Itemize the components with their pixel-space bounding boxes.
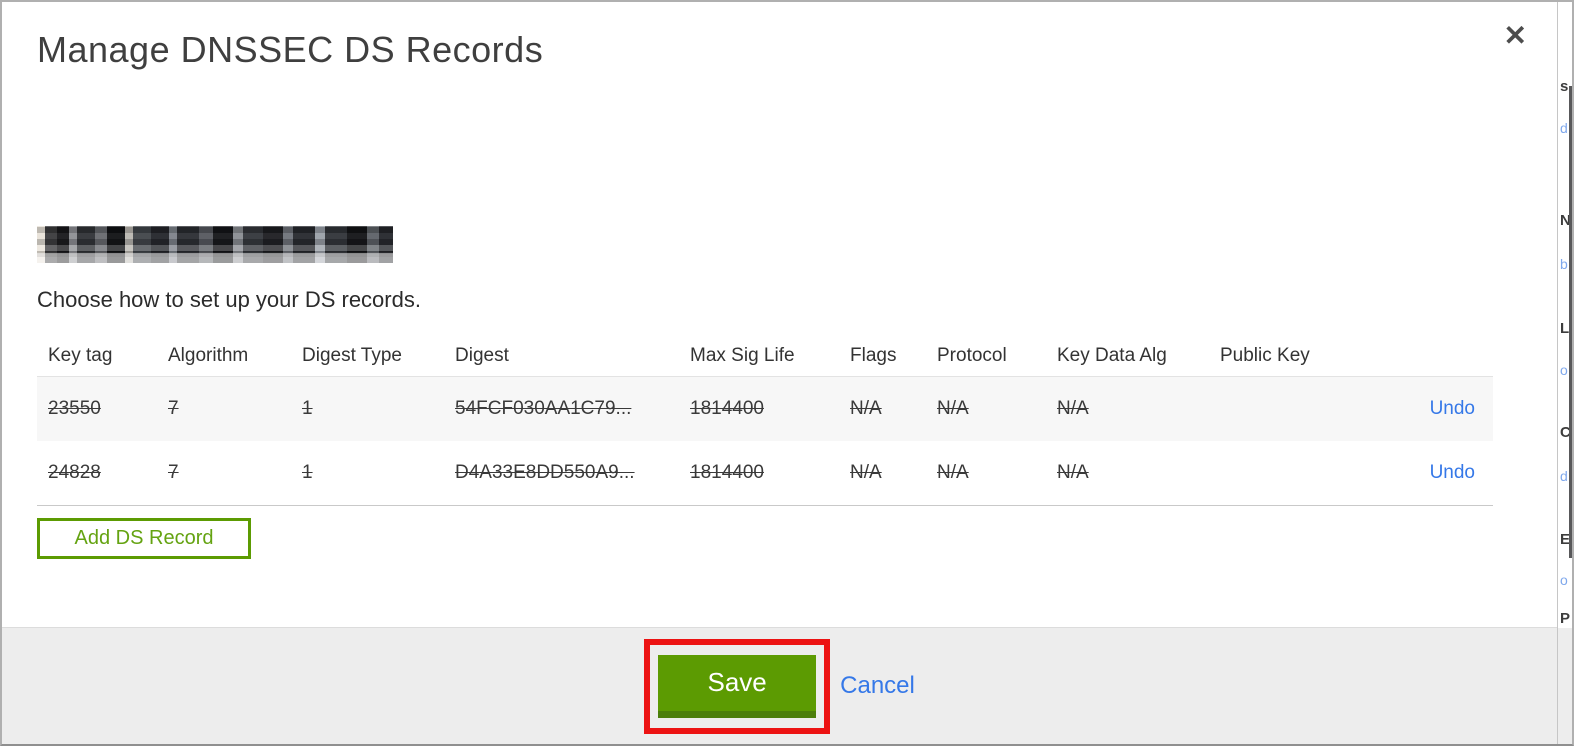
cell-digest: D4A33E8DD550A9...	[455, 462, 635, 483]
table-row: 24828 7 1 D4A33E8DD550A9... 1814400 N/A …	[37, 441, 1493, 506]
table-row: 23550 7 1 54FCF030AA1C79... 1814400 N/A …	[37, 377, 1493, 441]
cell-action: Undo	[1370, 462, 1475, 484]
col-header-digest-type: Digest Type	[302, 345, 402, 366]
cell-digest-type: 1	[302, 398, 313, 419]
col-header-max-sig-life: Max Sig Life	[690, 345, 795, 366]
edge-text-fragment: L	[1560, 320, 1570, 337]
ds-records-table: Key tag Algorithm Digest Type Digest Max…	[37, 336, 1493, 506]
cell-flags: N/A	[850, 398, 882, 419]
col-header-key-tag: Key tag	[48, 345, 113, 366]
modal-body: Manage DNSSEC DS Records Choose how to s…	[2, 28, 1557, 559]
manage-dnssec-modal: ✕ Manage DNSSEC DS Records Choose how to…	[2, 2, 1558, 744]
col-header-digest: Digest	[455, 345, 509, 366]
col-header-flags: Flags	[850, 345, 897, 366]
background-page-edge: s d N b L o C d E o P	[1558, 2, 1572, 744]
cell-protocol: N/A	[937, 398, 969, 419]
edge-link-fragment: d	[1560, 120, 1568, 136]
instruction-text: Choose how to set up your DS records.	[37, 287, 421, 312]
edge-text-fragment: P	[1560, 610, 1571, 627]
edge-link-fragment: o	[1560, 572, 1568, 588]
cell-key-data-alg: N/A	[1057, 462, 1089, 483]
cancel-link[interactable]: Cancel	[840, 672, 915, 700]
modal-footer: Save Cancel	[2, 627, 1557, 744]
cell-protocol: N/A	[937, 462, 969, 483]
cell-flags: N/A	[850, 462, 882, 483]
cell-key-tag: 24828	[48, 462, 101, 483]
edge-link-fragment: d	[1560, 468, 1568, 484]
undo-link[interactable]: Undo	[1430, 398, 1475, 419]
cell-digest: 54FCF030AA1C79...	[455, 398, 632, 419]
cell-algorithm: 7	[168, 398, 179, 419]
screenshot-frame: ✕ Manage DNSSEC DS Records Choose how to…	[0, 0, 1574, 746]
edge-link-fragment: o	[1560, 362, 1568, 378]
cell-digest-type: 1	[302, 462, 313, 483]
table-header-row: Key tag Algorithm Digest Type Digest Max…	[37, 336, 1493, 377]
page-title: Manage DNSSEC DS Records	[37, 29, 544, 70]
edge-link-fragment: b	[1560, 256, 1568, 272]
undo-link[interactable]: Undo	[1430, 462, 1475, 483]
annotation-highlight-box: Save	[644, 638, 831, 734]
cell-key-data-alg: N/A	[1057, 398, 1089, 419]
cell-max-sig-life: 1814400	[690, 462, 764, 483]
col-header-protocol: Protocol	[937, 345, 1007, 366]
redacted-domain-name	[37, 226, 393, 263]
cell-key-tag: 23550	[48, 398, 101, 419]
add-ds-record-button[interactable]: Add DS Record	[37, 518, 251, 559]
edge-text-fragment: s	[1560, 78, 1569, 95]
col-header-public-key: Public Key	[1220, 345, 1310, 366]
col-header-key-data-alg: Key Data Alg	[1057, 345, 1167, 366]
save-button[interactable]: Save	[658, 654, 817, 718]
cell-max-sig-life: 1814400	[690, 398, 764, 419]
edge-footer-band	[1558, 628, 1572, 744]
cell-action: Undo	[1370, 398, 1475, 420]
cell-algorithm: 7	[168, 462, 179, 483]
close-icon[interactable]: ✕	[1502, 20, 1529, 52]
page-scrollbar[interactable]	[1569, 86, 1572, 558]
col-header-algorithm: Algorithm	[168, 345, 249, 366]
